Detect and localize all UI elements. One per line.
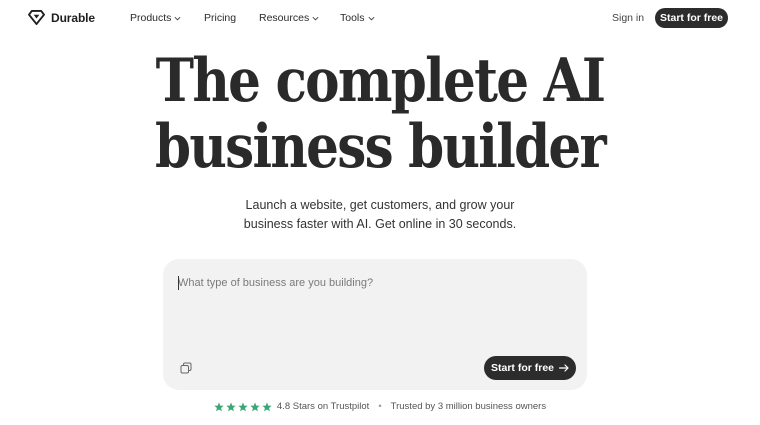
text-cursor <box>178 276 179 290</box>
business-prompt-box: Start for free <box>163 259 587 390</box>
top-nav: Durable Products Pricing Resources Tools… <box>0 0 760 36</box>
start-for-free-button[interactable]: Start for free <box>655 8 728 28</box>
star-icon <box>238 402 248 411</box>
prompt-start-button[interactable]: Start for free <box>484 356 576 380</box>
hero-title-line-1: The complete AI <box>155 46 606 116</box>
chevron-down-icon <box>174 16 181 21</box>
sign-in-link[interactable]: Sign in <box>612 12 644 24</box>
separator-dot: • <box>378 401 382 412</box>
hero-title: The complete AI business builder <box>53 48 707 180</box>
prompt-start-label: Start for free <box>490 362 554 374</box>
nav-resources-menu[interactable]: Resources <box>259 12 319 24</box>
nav-tools-label: Tools <box>340 12 365 24</box>
trustpilot-rating-text: 4.8 Stars on Trustpilot <box>276 401 370 412</box>
hero-subtitle-line-2: business faster with AI. Get online in 3… <box>243 217 517 231</box>
trusted-by-text: Trusted by 3 million business owners <box>390 401 547 412</box>
nav-resources-label: Resources <box>259 12 310 24</box>
diamond-logo-icon <box>28 10 45 25</box>
star-icon <box>214 402 224 411</box>
chevron-down-icon <box>368 16 374 21</box>
arrow-right-icon <box>559 364 569 372</box>
brand-name: Durable <box>51 10 95 25</box>
hero-subtitle: Launch a website, get customers, and gro… <box>0 196 760 234</box>
star-icon <box>250 402 260 411</box>
chevron-down-icon <box>312 16 319 21</box>
hero-title-line-2: business builder <box>154 112 607 182</box>
business-type-input[interactable] <box>178 273 558 293</box>
nav-tools-menu[interactable]: Tools <box>340 12 375 24</box>
copy-icon[interactable] <box>180 362 192 374</box>
hero-subtitle-line-1: Launch a website, get customers, and gro… <box>245 198 515 212</box>
star-icon <box>226 402 236 411</box>
star-icon <box>262 402 272 411</box>
nav-pricing-label: Pricing <box>204 12 237 24</box>
trust-line: 4.8 Stars on Trustpilot • Trusted by 3 m… <box>0 401 760 412</box>
brand-logo[interactable]: Durable <box>28 10 95 25</box>
nav-products-menu[interactable]: Products <box>130 12 181 24</box>
nav-products-label: Products <box>130 12 172 24</box>
landing-page: Durable Products Pricing Resources Tools… <box>0 0 760 425</box>
rating-stars <box>214 402 272 412</box>
nav-pricing-link[interactable]: Pricing <box>204 12 236 24</box>
